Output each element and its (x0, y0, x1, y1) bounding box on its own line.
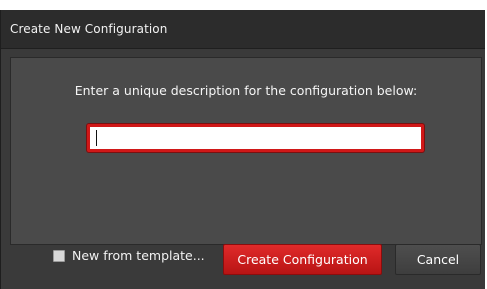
dialog-title: Create New Configuration (10, 22, 168, 36)
cancel-button-label: Cancel (416, 252, 460, 267)
create-configuration-button-label: Create Configuration (237, 252, 368, 267)
description-input[interactable] (87, 124, 424, 152)
new-from-template-checkbox[interactable] (53, 250, 65, 262)
cancel-button[interactable]: Cancel (395, 244, 481, 275)
text-caret (96, 130, 97, 146)
content-panel: Enter a unique description for the confi… (10, 57, 482, 245)
create-configuration-button[interactable]: Create Configuration (223, 244, 382, 275)
new-from-template-label[interactable]: New from template... (72, 248, 205, 263)
description-prompt: Enter a unique description for the confi… (74, 83, 418, 98)
dialog-titlebar: Create New Configuration (1, 10, 485, 49)
